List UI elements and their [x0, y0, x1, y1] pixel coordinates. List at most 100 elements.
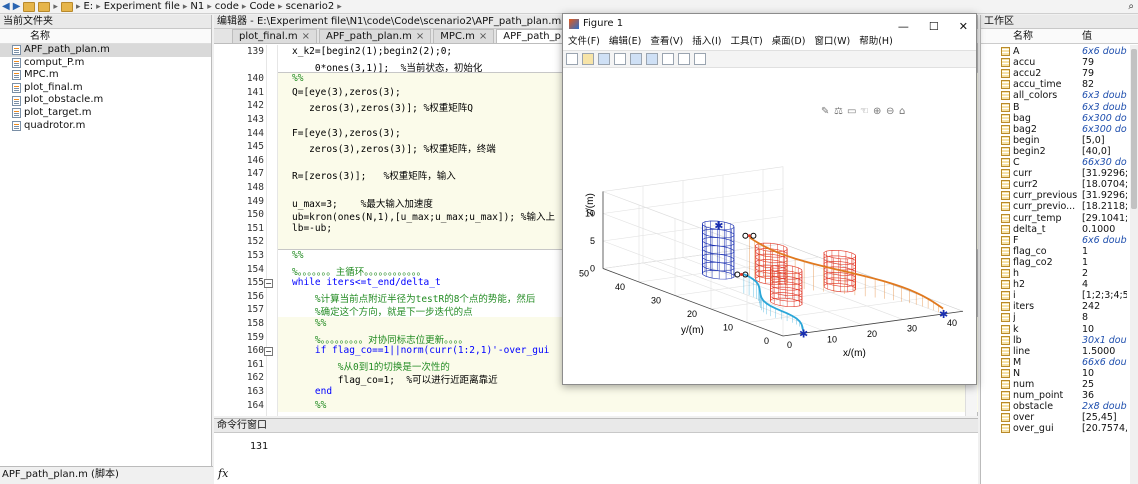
close-icon[interactable]: ✕ — [959, 17, 968, 37]
variable-value[interactable]: [40,0] — [1082, 146, 1127, 157]
figure-menu-item[interactable]: 窗口(W) — [814, 34, 850, 50]
code-line[interactable]: %% — [292, 73, 303, 84]
variable-name[interactable]: num_point — [1013, 390, 1079, 401]
variable-name[interactable]: accu — [1013, 57, 1079, 68]
breadcrumb-code[interactable]: code — [215, 1, 239, 12]
minimize-icon[interactable]: — — [898, 17, 909, 37]
open-file-icon[interactable] — [582, 53, 594, 65]
code-line[interactable]: while iters<=t_end/delta_t — [292, 277, 441, 288]
browse-folder-icon[interactable] — [38, 1, 51, 12]
variable-value[interactable]: [25,45] — [1082, 412, 1127, 423]
variable-value[interactable]: [31.9296;5 — [1082, 168, 1127, 179]
variable-value[interactable]: 36 — [1082, 390, 1127, 401]
new-figure-icon[interactable] — [566, 53, 578, 65]
variable-value[interactable]: 4 — [1082, 279, 1127, 290]
variable-value[interactable]: [29.1041;4 — [1082, 213, 1127, 224]
code-line[interactable]: %% — [292, 318, 326, 329]
legend-icon[interactable] — [662, 53, 674, 65]
code-line[interactable]: Q=[eye(3),zeros(3); — [292, 87, 401, 98]
code-line[interactable]: if flag_co==1||norm(curr(1:2,1)'-over_gu… — [292, 345, 550, 356]
file-item[interactable]: comput_P.m — [0, 57, 211, 70]
variable-name[interactable]: accu2 — [1013, 68, 1079, 79]
variable-name[interactable]: begin2 — [1013, 146, 1079, 157]
zoom-in-icon[interactable]: ⊕ — [873, 106, 881, 117]
pointer-icon[interactable] — [678, 53, 690, 65]
variable-name[interactable]: iters — [1013, 301, 1079, 312]
variable-name[interactable]: h — [1013, 268, 1079, 279]
variable-value[interactable]: 6x6 double — [1082, 46, 1127, 57]
editor-tab[interactable]: plot_final.m × — [232, 29, 318, 43]
variable-value[interactable]: [31.9296;5 — [1082, 190, 1127, 201]
home-icon[interactable]: ⌂ — [899, 106, 905, 117]
maximize-icon[interactable]: ☐ — [929, 17, 939, 37]
variable-name[interactable]: curr_previo... — [1013, 201, 1079, 212]
code-line[interactable]: zeros(3),zeros(3)]; %权重矩阵，终端 — [292, 141, 496, 155]
variable-value[interactable]: 6x300 double — [1082, 124, 1127, 135]
variable-name[interactable]: curr_temp — [1013, 213, 1079, 224]
variable-name[interactable]: delta_t — [1013, 224, 1079, 235]
workspace-scrollbar[interactable] — [1130, 45, 1138, 484]
variable-value[interactable]: 242 — [1082, 301, 1127, 312]
variable-name[interactable]: bag2 — [1013, 124, 1079, 135]
back-arrow-icon[interactable]: ◀ — [2, 1, 10, 12]
variable-value[interactable]: 8 — [1082, 312, 1127, 323]
fx-prompt-icon[interactable]: fx — [218, 467, 228, 480]
editor-tab[interactable]: MPC.m × — [433, 29, 495, 43]
brush-icon[interactable]: ▭ — [847, 106, 856, 117]
breadcrumb-experiment[interactable]: Experiment file — [104, 1, 180, 12]
variable-value[interactable]: 30x1 double — [1082, 335, 1127, 346]
code-line[interactable]: ub=kron(ones(N,1),[u_max;u_max;u_max]); … — [292, 209, 555, 223]
column-header-name[interactable]: 名称 — [0, 29, 211, 44]
variable-name[interactable]: bag — [1013, 113, 1079, 124]
figure-titlebar[interactable]: Figure 1 — ☐ ✕ — [563, 14, 976, 34]
close-tab-icon[interactable]: × — [302, 31, 310, 42]
code-line[interactable]: lb=-ub; — [292, 223, 332, 234]
variable-name[interactable]: j — [1013, 312, 1079, 323]
variable-name[interactable]: curr — [1013, 168, 1079, 179]
code-line[interactable]: %确定这个方向，就是下一步迭代的点 — [292, 304, 473, 318]
variable-name[interactable]: h2 — [1013, 279, 1079, 290]
code-line[interactable]: F=[eye(3),zeros(3); — [292, 128, 401, 139]
variable-value[interactable]: 10 — [1082, 324, 1127, 335]
variable-value[interactable]: 25 — [1082, 379, 1127, 390]
close-tab-icon[interactable]: × — [479, 31, 487, 42]
property-editor-icon[interactable] — [694, 53, 706, 65]
variable-value[interactable]: 6x6 double — [1082, 235, 1127, 246]
variable-value[interactable]: [20.7574,4 — [1082, 423, 1127, 434]
code-line[interactable]: flag_co=1; %可以进行近距离靠近 — [292, 372, 498, 386]
variable-value[interactable]: 2x8 double — [1082, 401, 1127, 412]
variable-value[interactable]: 10 — [1082, 368, 1127, 379]
variable-value[interactable]: 66x30 double — [1082, 157, 1127, 168]
variable-name[interactable]: C — [1013, 157, 1079, 168]
variable-name[interactable]: A — [1013, 46, 1079, 57]
variable-name[interactable]: curr_previous — [1013, 190, 1079, 201]
file-item[interactable]: quadrotor.m — [0, 120, 211, 133]
code-line[interactable]: end — [292, 386, 332, 397]
variable-value[interactable]: 82 — [1082, 79, 1127, 90]
forward-arrow-icon[interactable]: ▶ — [13, 1, 21, 12]
variable-value[interactable]: 1 — [1082, 246, 1127, 257]
variable-value[interactable]: 1 — [1082, 257, 1127, 268]
print-icon[interactable] — [614, 53, 626, 65]
figure-menu-item[interactable]: 文件(F) — [568, 34, 600, 50]
variable-name[interactable]: k — [1013, 324, 1079, 335]
pan-icon[interactable]: ☜ — [860, 106, 869, 117]
variable-value[interactable]: [18.0704;5 — [1082, 179, 1127, 190]
variable-name[interactable]: B — [1013, 102, 1079, 113]
variable-name[interactable]: N — [1013, 368, 1079, 379]
variable-name[interactable]: lb — [1013, 335, 1079, 346]
link-plot-icon[interactable] — [630, 53, 642, 65]
variable-value[interactable]: 6x300 double — [1082, 113, 1127, 124]
variable-name[interactable]: curr2 — [1013, 179, 1079, 190]
code-line[interactable]: x_k2=[begin2(1);begin2(2);0; — [292, 46, 452, 57]
code-line[interactable]: %% — [292, 250, 303, 261]
code-line[interactable]: %% — [292, 400, 326, 411]
figure-menu-item[interactable]: 编辑(E) — [609, 34, 641, 50]
folder-up-icon[interactable] — [23, 1, 36, 12]
file-item[interactable]: APF_path_plan.m — [0, 44, 211, 57]
fold-toggle-icon[interactable]: − — [264, 279, 273, 289]
variable-name[interactable]: over — [1013, 412, 1079, 423]
variable-value[interactable]: [18.2118;5 — [1082, 201, 1127, 212]
code-line[interactable]: u_max=3; %最大输入加速度 — [292, 196, 433, 210]
code-line[interactable]: %从0到1的切换是一次性的 — [292, 359, 450, 373]
